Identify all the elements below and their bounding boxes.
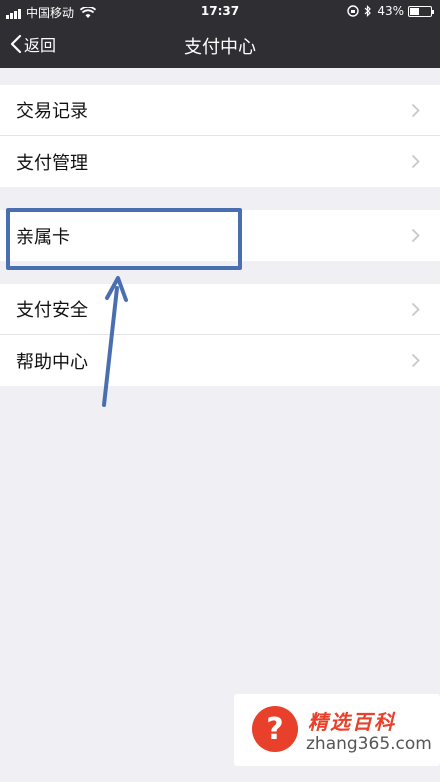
chevron-right-icon xyxy=(411,103,420,118)
watermark-url: zhang365.com xyxy=(306,734,432,754)
menu-item-payment-security[interactable]: 支付安全 xyxy=(0,284,440,335)
navigation-bar: 返回 支付中心 xyxy=(0,24,440,68)
menu-item-payment-management[interactable]: 支付管理 xyxy=(0,136,440,187)
chevron-right-icon xyxy=(411,302,420,317)
battery-icon xyxy=(408,5,434,17)
menu-item-help-center[interactable]: 帮助中心 xyxy=(0,335,440,386)
battery-percentage: 43% xyxy=(377,4,404,18)
status-right: 43% xyxy=(342,4,434,18)
status-bar: 中国移动 17:37 43% xyxy=(0,0,440,24)
menu-item-label: 帮助中心 xyxy=(16,351,88,373)
question-mark-icon: ? xyxy=(252,706,298,752)
menu-item-label: 支付管理 xyxy=(16,152,88,174)
highlight-box xyxy=(6,208,242,270)
lock-rotation-icon xyxy=(347,5,360,17)
watermark: ? 精选百科 zhang365.com xyxy=(234,694,440,766)
top-bar: 中国移动 17:37 43% 返回 支付中心 xyxy=(0,0,440,68)
bluetooth-icon xyxy=(364,5,372,17)
menu-item-label: 交易记录 xyxy=(16,101,88,122)
menu-item-label: 支付安全 xyxy=(16,300,88,321)
chevron-right-icon xyxy=(411,154,420,169)
menu-item-transaction-records[interactable]: 交易记录 xyxy=(0,85,440,136)
chevron-right-icon xyxy=(411,228,420,243)
menu-group-records: 交易记录 支付管理 xyxy=(0,85,440,187)
page-title: 支付中心 xyxy=(184,37,256,58)
chevron-right-icon xyxy=(411,353,420,368)
menu-group-security: 支付安全 帮助中心 xyxy=(0,284,440,386)
watermark-brand: 精选百科 xyxy=(308,710,396,734)
